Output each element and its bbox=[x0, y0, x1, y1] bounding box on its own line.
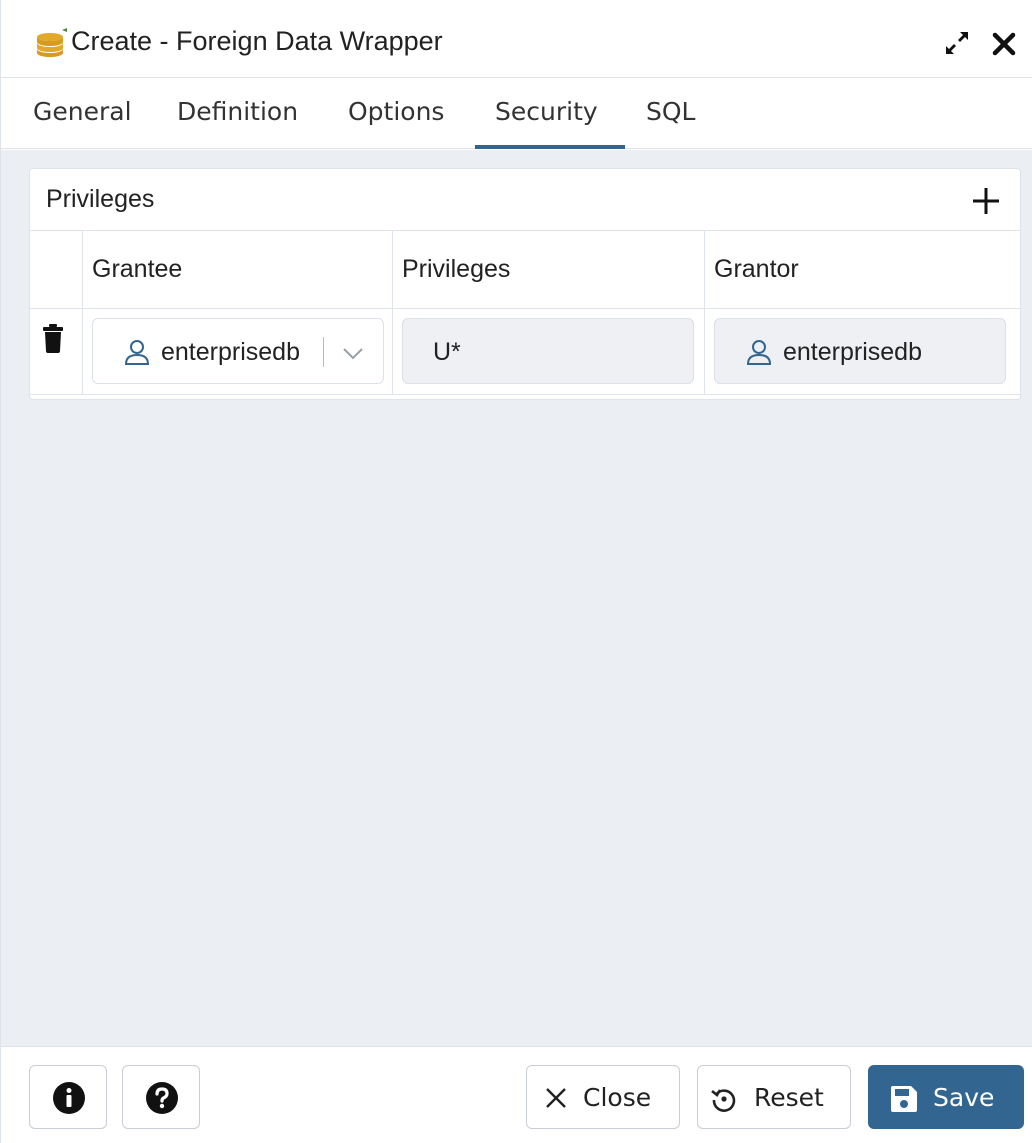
help-button[interactable] bbox=[122, 1065, 200, 1129]
column-divider bbox=[82, 309, 83, 394]
dialog-title: Create - Foreign Data Wrapper bbox=[71, 26, 443, 56]
create-foreign-data-wrapper-dialog: Create - Foreign Data Wrapper General De… bbox=[0, 0, 1032, 1143]
privileges-panel-title: Privileges bbox=[46, 185, 155, 213]
save-icon bbox=[891, 1086, 917, 1112]
chevron-down-icon[interactable] bbox=[341, 343, 365, 363]
save-button[interactable]: Save bbox=[868, 1065, 1024, 1129]
add-row-icon[interactable] bbox=[969, 184, 1003, 218]
grantor-value: enterprisedb bbox=[783, 338, 922, 366]
tab-options[interactable]: Options bbox=[348, 97, 444, 126]
trash-icon[interactable] bbox=[42, 323, 64, 353]
privileges-grid-header: Grantee Privileges Grantor bbox=[30, 231, 1020, 309]
grantee-value: enterprisedb bbox=[161, 338, 300, 366]
privilege-row: enterprisedb U* enterprisedb bbox=[30, 309, 1020, 395]
column-divider bbox=[704, 309, 705, 394]
tab-general[interactable]: General bbox=[33, 97, 132, 126]
column-divider bbox=[82, 231, 83, 308]
reset-button-label: Reset bbox=[754, 1083, 824, 1112]
user-icon bbox=[124, 340, 150, 365]
tab-security[interactable]: Security bbox=[495, 97, 598, 126]
column-header-grantor: Grantor bbox=[714, 255, 799, 283]
dialog-content: Privileges Grantee Privileges Grantor en… bbox=[1, 150, 1032, 1046]
reset-icon bbox=[711, 1089, 736, 1112]
database-stack-icon bbox=[37, 28, 67, 57]
privileges-panel-header: Privileges bbox=[30, 169, 1020, 231]
tab-sql[interactable]: SQL bbox=[646, 97, 695, 126]
grantor-field: enterprisedb bbox=[714, 318, 1006, 384]
privileges-field[interactable]: U* bbox=[402, 318, 694, 384]
privileges-value: U* bbox=[433, 338, 461, 366]
column-divider bbox=[392, 231, 393, 308]
column-header-grantee: Grantee bbox=[92, 255, 183, 283]
reset-button[interactable]: Reset bbox=[697, 1065, 851, 1129]
column-header-privileges: Privileges bbox=[402, 255, 511, 283]
user-icon bbox=[746, 340, 772, 365]
close-icon[interactable] bbox=[991, 28, 1017, 58]
tab-definition[interactable]: Definition bbox=[177, 97, 298, 126]
expand-icon[interactable] bbox=[942, 28, 972, 58]
save-button-label: Save bbox=[933, 1083, 995, 1112]
help-icon bbox=[146, 1082, 178, 1114]
info-button[interactable] bbox=[29, 1065, 107, 1129]
close-button-label: Close bbox=[583, 1083, 652, 1112]
close-icon bbox=[546, 1088, 566, 1108]
dialog-titlebar[interactable]: Create - Foreign Data Wrapper bbox=[1, 0, 1032, 78]
grantee-select[interactable]: enterprisedb bbox=[92, 318, 384, 384]
close-button[interactable]: Close bbox=[526, 1065, 680, 1129]
select-separator bbox=[323, 337, 324, 367]
info-icon bbox=[53, 1082, 85, 1114]
tab-bar: General Definition Options Security SQL bbox=[1, 79, 1032, 149]
column-divider bbox=[704, 231, 705, 308]
column-divider bbox=[392, 309, 393, 394]
active-tab-indicator bbox=[475, 145, 625, 149]
privileges-panel: Privileges Grantee Privileges Grantor en… bbox=[29, 168, 1021, 400]
dialog-footer: Close Reset Save bbox=[1, 1046, 1032, 1143]
